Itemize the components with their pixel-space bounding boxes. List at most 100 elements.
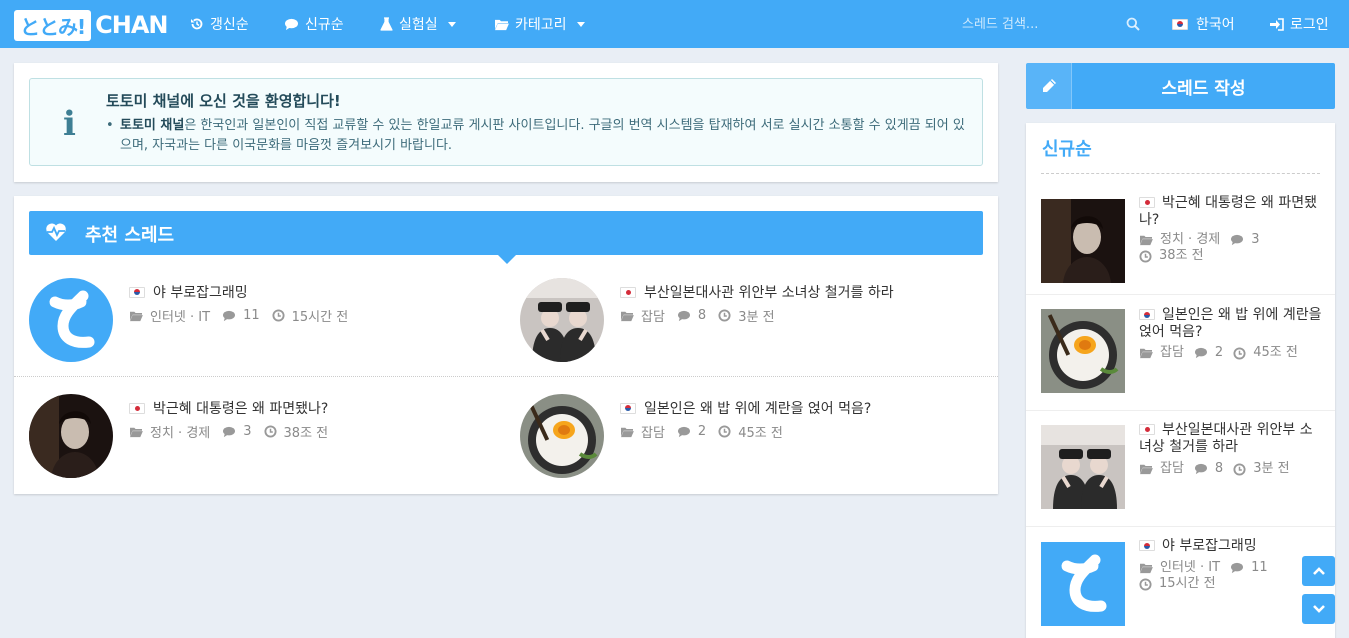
- thread-thumbnail: [1041, 199, 1125, 283]
- history-icon: [191, 18, 203, 30]
- korea-flag-icon: [129, 286, 145, 298]
- thread-item[interactable]: 부산일본대사관 위안부 소녀상 철거를 하라 잡담 8 3분 전: [520, 278, 1000, 378]
- welcome-card: i 토토미 채널에 오신 것을 환영합니다! 토토미 채널은 한국인과 일본인이…: [14, 63, 998, 182]
- thread-comments: 11: [243, 308, 260, 323]
- clock-icon: [272, 309, 285, 322]
- thread-title[interactable]: 박근혜 대통령은 왜 파면됐나?: [153, 398, 328, 418]
- thread-time: 45조 전: [738, 426, 783, 441]
- thread-title[interactable]: 일본인은 왜 밥 위에 계란을 얹어 먹음?: [1139, 307, 1321, 340]
- sidebar-thread-item[interactable]: 일본인은 왜 밥 위에 계란을 얹어 먹음? 잡담 2 45조 전: [1026, 295, 1335, 411]
- thread-category: 잡담: [641, 426, 665, 441]
- welcome-body: 토토미 채널은 한국인과 일본인이 직접 교류할 수 있는 한일교류 게시판 사…: [106, 116, 976, 156]
- comment-icon: [222, 426, 236, 438]
- thread-comments: 8: [1214, 461, 1224, 476]
- thread-thumbnail: [29, 394, 113, 478]
- comment-icon: [1194, 347, 1208, 359]
- write-icon-box: [1026, 63, 1072, 109]
- folder-icon: [1139, 234, 1153, 246]
- nav-updated[interactable]: 갱신순: [190, 0, 249, 48]
- thread-title[interactable]: 부산일본대사관 위안부 소녀상 철거를 하라: [644, 282, 894, 302]
- thread-category: 인터넷 · IT: [1160, 560, 1221, 575]
- clock-icon: [1139, 578, 1152, 591]
- search-icon[interactable]: [1126, 17, 1140, 31]
- thread-category: 정치 · 경제: [1160, 232, 1221, 247]
- thread-time: 3분 전: [738, 310, 775, 325]
- login-button[interactable]: 로그인: [1270, 0, 1329, 48]
- nav-lab[interactable]: 실험실: [380, 0, 456, 48]
- site-logo[interactable]: ととみ! CHAN: [14, 9, 168, 41]
- write-thread-button[interactable]: 스레드 작성: [1026, 63, 1335, 109]
- nav-updated-label: 갱신순: [210, 17, 249, 33]
- thread-title[interactable]: 야 부로잡그래밍: [153, 282, 248, 302]
- folder-icon: [1139, 347, 1153, 359]
- newest-title: 신규순: [1042, 139, 1092, 160]
- folder-icon: [495, 19, 509, 30]
- sidebar-thread-item[interactable]: 부산일본대사관 위안부 소녀상 철거를 하라 잡담 8 3분 전: [1026, 411, 1335, 527]
- japan-flag-icon: [1139, 197, 1155, 208]
- japan-flag-icon: [1139, 424, 1155, 435]
- newest-threads-panel: 신규순 박근혜 대통령은 왜 파면됐나? 정치 · 경제 3 38조 전 일본인은…: [1026, 123, 1335, 638]
- language-selector[interactable]: 한국어: [1172, 0, 1235, 48]
- thread-thumbnail: [1041, 542, 1125, 626]
- thread-time: 15시간 전: [291, 310, 349, 325]
- thread-category: 인터넷 · IT: [150, 310, 211, 325]
- thread-title[interactable]: 일본인은 왜 밥 위에 계란을 얹어 먹음?: [644, 398, 871, 418]
- comment-icon: [677, 310, 691, 322]
- sidebar-thread-item[interactable]: 야 부로잡그래밍 인터넷 · IT 11 15시간 전: [1026, 527, 1335, 638]
- chevron-up-icon: [1312, 567, 1325, 575]
- recommended-card: 추천 스레드 야 부로잡그래밍 인터넷 · IT 11 15시간 전 부산일본대…: [14, 196, 998, 494]
- folder-icon: [1139, 463, 1153, 475]
- comment-icon: [677, 426, 691, 438]
- welcome-title: 토토미 채널에 오신 것을 환영합니다!: [106, 92, 341, 110]
- thread-category: 잡담: [641, 310, 665, 325]
- thread-comments: 11: [1251, 560, 1268, 575]
- comment-icon: [1230, 234, 1244, 246]
- korea-flag-icon: [1139, 540, 1155, 551]
- sidebar-thread-item[interactable]: 박근혜 대통령은 왜 파면됐나? 정치 · 경제 3 38조 전: [1026, 179, 1335, 295]
- folder-icon: [620, 426, 634, 438]
- thread-time: 3분 전: [1253, 461, 1290, 476]
- thread-comments: 3: [243, 424, 252, 439]
- japan-flag-icon: [620, 286, 636, 298]
- clock-icon: [264, 425, 277, 438]
- clock-icon: [718, 425, 731, 438]
- thread-item[interactable]: 일본인은 왜 밥 위에 계란을 얹어 먹음? 잡담 2 45조 전: [520, 394, 1000, 494]
- nav-category[interactable]: 카테고리: [494, 0, 585, 48]
- thread-title[interactable]: 박근혜 대통령은 왜 파면됐나?: [1139, 195, 1317, 228]
- comment-icon: [222, 310, 236, 322]
- thread-thumbnail: [1041, 309, 1125, 393]
- login-label: 로그인: [1290, 17, 1329, 33]
- thread-item[interactable]: 야 부로잡그래밍 인터넷 · IT 11 15시간 전: [29, 278, 509, 378]
- heartbeat-icon: [46, 223, 66, 241]
- japan-flag-icon: [129, 402, 145, 414]
- thread-comments: 2: [1214, 345, 1224, 360]
- thread-category: 정치 · 경제: [150, 426, 211, 441]
- write-thread-label: 스레드 작성: [1161, 78, 1246, 99]
- thread-thumbnail: [520, 394, 604, 478]
- thread-title[interactable]: 부산일본대사관 위안부 소녀상 철거를 하라: [1139, 422, 1313, 455]
- thread-title[interactable]: 야 부로잡그래밍: [1162, 538, 1257, 554]
- pencil-icon: [1042, 79, 1056, 92]
- chevron-down-icon: [576, 21, 585, 27]
- welcome-bold-lead: 토토미 채널: [120, 118, 185, 133]
- comment-icon: [285, 18, 298, 30]
- folder-icon: [129, 426, 143, 438]
- scroll-top-button[interactable]: [1302, 556, 1335, 586]
- folder-icon: [1139, 562, 1153, 574]
- nav-newest[interactable]: 신규순: [284, 0, 344, 48]
- clock-icon: [1139, 250, 1152, 263]
- clock-icon: [1233, 463, 1246, 476]
- thread-comments: 8: [697, 308, 707, 323]
- welcome-notice: i 토토미 채널에 오신 것을 환영합니다! 토토미 채널은 한국인과 일본인이…: [29, 78, 983, 166]
- info-icon: i: [63, 104, 76, 144]
- recommended-title: 추천 스레드: [85, 225, 175, 246]
- thread-item[interactable]: 박근혜 대통령은 왜 파면됐나? 정치 · 경제 3 38조 전: [29, 394, 509, 494]
- scroll-bottom-button[interactable]: [1302, 594, 1335, 624]
- top-navbar: ととみ! CHAN 갱신순 신규순 실험실 카테고리 한국어 로그인: [0, 0, 1349, 48]
- folder-icon: [129, 310, 143, 322]
- thread-thumbnail: [520, 278, 604, 362]
- thread-time: 38조 전: [283, 426, 329, 441]
- clock-icon: [718, 309, 731, 322]
- comment-icon: [1194, 463, 1208, 475]
- search-input[interactable]: [950, 10, 1150, 38]
